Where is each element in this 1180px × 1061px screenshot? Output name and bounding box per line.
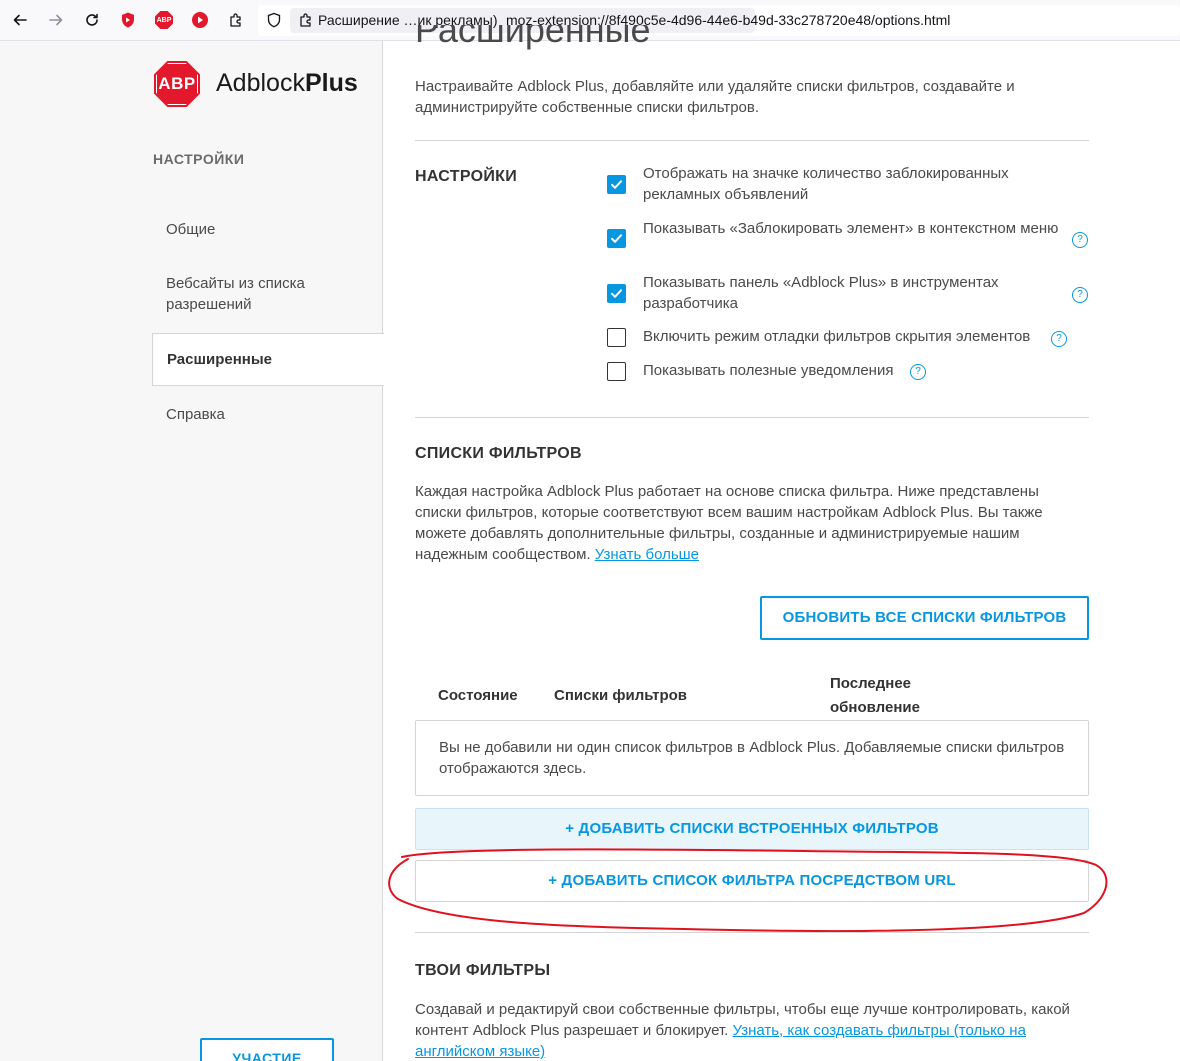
sidebar-item-allowlist[interactable]: Вебсайты из списка разрешений xyxy=(152,273,352,315)
checkbox-show-blocked-count[interactable] xyxy=(607,175,626,194)
column-header-status[interactable]: Состояние xyxy=(438,684,518,708)
sidebar-item-label: Расширенные xyxy=(167,351,272,368)
reload-icon[interactable] xyxy=(80,8,104,32)
settings-heading: НАСТРОЙКИ xyxy=(415,168,518,185)
abp-logo-text: ABP xyxy=(158,74,196,93)
column-header-lists[interactable]: Списки фильтров xyxy=(554,684,687,708)
help-icon[interactable]: ? xyxy=(910,364,926,380)
page-title: Расширенные xyxy=(415,25,651,50)
your-filters-description: Создавай и редактируй свои собственные ф… xyxy=(415,1001,1070,1060)
address-bar[interactable]: Расширение …ик рекламы) moz-extension://… xyxy=(258,5,1180,36)
option-label: Показывать полезные уведомления xyxy=(643,362,894,379)
play-extension-icon[interactable] xyxy=(188,8,212,32)
option-label: Включить режим отладки фильтров скрытия … xyxy=(643,328,1031,345)
checkbox-useful-notifications[interactable] xyxy=(607,362,626,381)
checkbox-debug-mode[interactable] xyxy=(607,328,626,347)
abp-toolbar-badge: ABP xyxy=(155,11,173,29)
checkbox-devtools-panel[interactable] xyxy=(607,284,626,303)
option-label: Показывать «Заблокировать элемент» в кон… xyxy=(643,220,1059,237)
checkbox-context-menu[interactable] xyxy=(607,229,626,248)
help-icon[interactable]: ? xyxy=(1072,232,1088,248)
divider xyxy=(415,932,1089,933)
puzzle-icon xyxy=(298,12,314,33)
intro-text: Настраивайте Adblock Plus, добавляйте ил… xyxy=(415,78,1015,116)
learn-more-link[interactable]: Узнать больше xyxy=(595,546,699,563)
filter-lists-heading: СПИСКИ ФИЛЬТРОВ xyxy=(415,445,582,462)
divider xyxy=(415,140,1089,141)
shield-extension-icon[interactable] xyxy=(116,8,140,32)
option-label: Отображать на значке количество заблокир… xyxy=(643,165,1009,203)
filter-lists-empty-state: Вы не добавили ни один список фильтров в… xyxy=(415,720,1089,796)
sidebar-item-advanced[interactable]: Расширенные xyxy=(152,333,384,386)
option-label: Показывать панель «Adblock Plus» в инстр… xyxy=(643,274,999,312)
divider xyxy=(415,417,1089,418)
filter-lists-description: Каждая настройка Adblock Plus работает н… xyxy=(415,483,1043,563)
sidebar: ABP AdblockPlus НАСТРОЙКИ Общие Вебсайты… xyxy=(0,41,384,1061)
main-content: Расширенные Настраивайте Adblock Plus, д… xyxy=(384,25,1180,1061)
forward-icon[interactable] xyxy=(44,8,68,32)
empty-state-message: Вы не добавили ни один список фильтров в… xyxy=(439,739,1065,777)
update-all-filter-lists-button[interactable]: ОБНОВИТЬ ВСЕ СПИСКИ ФИЛЬТРОВ xyxy=(760,596,1089,640)
tracking-shield-icon[interactable] xyxy=(262,8,286,32)
sidebar-item-help[interactable]: Справка xyxy=(152,404,384,425)
contribute-button[interactable]: УЧАСТИЕ xyxy=(200,1038,334,1061)
sidebar-heading: НАСТРОЙКИ xyxy=(153,151,245,167)
help-icon[interactable]: ? xyxy=(1051,331,1067,347)
abp-logo: ABP xyxy=(154,61,200,107)
abp-extension-icon[interactable]: ABP xyxy=(152,8,176,32)
back-icon[interactable] xyxy=(8,8,32,32)
column-header-last-update[interactable]: Последнее обновление xyxy=(830,672,920,720)
annotation-ellipse xyxy=(388,848,1108,933)
help-icon[interactable]: ? xyxy=(1072,287,1088,303)
sidebar-item-general[interactable]: Общие xyxy=(152,219,384,240)
your-filters-heading: ТВОИ ФИЛЬТРЫ xyxy=(415,962,551,979)
brand-name: AdblockPlus xyxy=(216,69,358,97)
extensions-puzzle-icon[interactable] xyxy=(224,8,248,32)
